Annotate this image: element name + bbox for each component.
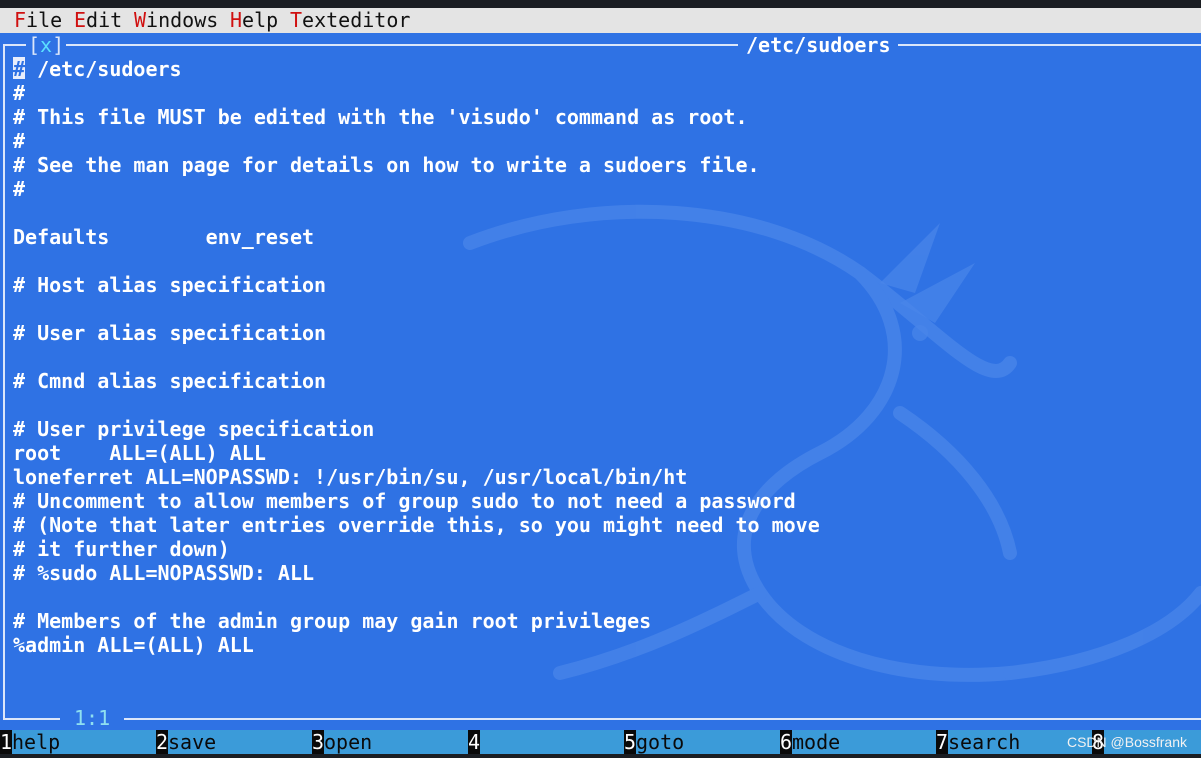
window-title: /etc/sudoers xyxy=(740,33,897,57)
file-line: # (Note that later entries override this… xyxy=(13,513,820,537)
fkey-goto[interactable]: 5goto xyxy=(624,730,684,754)
file-line: loneferret ALL=NOPASSWD: !/usr/bin/su, /… xyxy=(13,465,688,489)
file-line: # xyxy=(13,129,26,153)
file-line xyxy=(13,345,820,369)
menu-help[interactable]: Help xyxy=(230,8,278,33)
file-line: # See the man page for details on how to… xyxy=(13,153,760,177)
file-line: # it further down) xyxy=(13,537,230,561)
close-icon[interactable]: x xyxy=(40,33,52,57)
cursor-char: # xyxy=(13,57,26,81)
frame-bottom xyxy=(3,718,1201,720)
file-line: %admin ALL=(ALL) ALL xyxy=(13,633,254,657)
file-line xyxy=(13,585,820,609)
watermark-text: CSDN @Bossfrank xyxy=(1066,734,1187,750)
fkey-help[interactable]: 1help xyxy=(0,730,60,754)
frame-top-right xyxy=(898,44,1201,46)
file-line: Defaults env_reset xyxy=(13,225,315,249)
frame-top-left xyxy=(3,44,738,46)
bottom-strip xyxy=(0,754,1201,758)
file-line xyxy=(13,249,820,273)
file-line xyxy=(13,393,820,417)
file-line xyxy=(13,297,820,321)
cursor-position: 1:1 xyxy=(60,706,125,730)
file-line: # User alias specification xyxy=(13,321,327,345)
function-key-bar: 1help 2save 3open 4 5goto 6mode 7search … xyxy=(0,730,1201,754)
fkey-4[interactable]: 4 xyxy=(468,730,480,754)
file-line: # xyxy=(13,81,26,105)
file-content[interactable]: # /etc/sudoers # # This file MUST be edite… xyxy=(13,57,820,657)
editor-window: [x] /etc/sudoers # /etc/sudoers # # This f… xyxy=(0,33,1201,730)
file-line: # Cmnd alias specification xyxy=(13,369,327,393)
file-line: # Uncomment to allow members of group su… xyxy=(13,489,796,513)
menu-edit[interactable]: Edit xyxy=(74,8,122,33)
menu-file[interactable]: File xyxy=(14,8,62,33)
file-line: # Host alias specification xyxy=(13,273,327,297)
top-strip xyxy=(0,0,1201,8)
menu-bar: File Edit Windows Help Texteditor xyxy=(0,8,1201,33)
menu-texteditor[interactable]: Texteditor xyxy=(290,8,410,33)
fkey-open[interactable]: 3open xyxy=(312,730,372,754)
fkey-save[interactable]: 2save xyxy=(156,730,216,754)
file-line: # /etc/sudoers xyxy=(13,57,182,81)
file-line: # %sudo ALL=NOPASSWD: ALL xyxy=(13,561,315,585)
file-line: # User privilege specification xyxy=(13,417,375,441)
close-button[interactable]: [x] xyxy=(26,33,67,57)
fkey-mode[interactable]: 6mode xyxy=(780,730,840,754)
file-line xyxy=(13,201,820,225)
frame-left xyxy=(3,44,5,718)
file-line: # Members of the admin group may gain ro… xyxy=(13,609,652,633)
fkey-search[interactable]: 7search xyxy=(936,730,1020,754)
file-line: # This file MUST be edited with the 'vis… xyxy=(13,105,748,129)
file-line: root ALL=(ALL) ALL xyxy=(13,441,266,465)
file-line: # xyxy=(13,177,26,201)
menu-windows[interactable]: Windows xyxy=(134,8,218,33)
